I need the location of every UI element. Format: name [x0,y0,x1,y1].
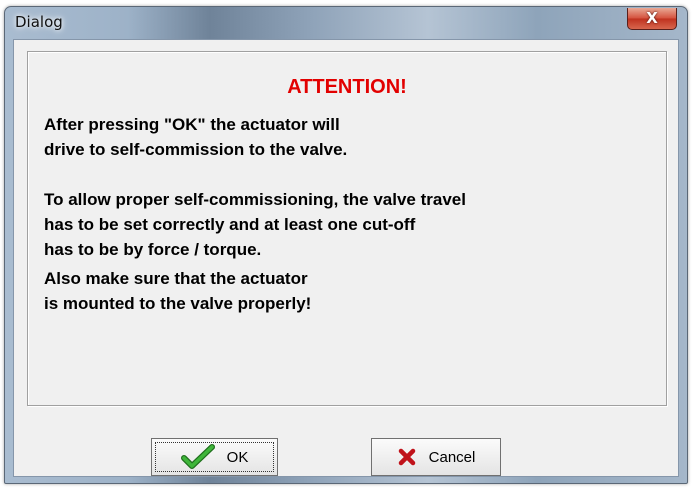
ok-button-label: OK [226,448,249,466]
ok-button[interactable]: OK [151,438,278,476]
dialog-window: Dialog X ATTENTION! After pressing "OK" … [4,6,688,484]
checkmark-icon [180,444,215,470]
close-icon: X [646,9,658,27]
window-title: Dialog [15,13,63,31]
title-bar[interactable]: Dialog X [5,7,687,39]
message-panel: ATTENTION! After pressing "OK" the actua… [27,51,667,406]
attention-heading: ATTENTION! [287,76,407,98]
close-button[interactable]: X [627,8,677,30]
cancel-button[interactable]: Cancel [371,438,501,476]
cancel-button-label: Cancel [428,448,476,466]
dialog-client-area: ATTENTION! After pressing "OK" the actua… [13,39,679,477]
message-paragraph-1: After pressing "OK" the actuator will dr… [44,115,348,159]
message-paragraph-2: To allow proper self-commissioning, the … [44,190,466,259]
message-paragraph-3: Also make sure that the actuator is moun… [44,269,312,313]
cross-icon [397,447,417,467]
